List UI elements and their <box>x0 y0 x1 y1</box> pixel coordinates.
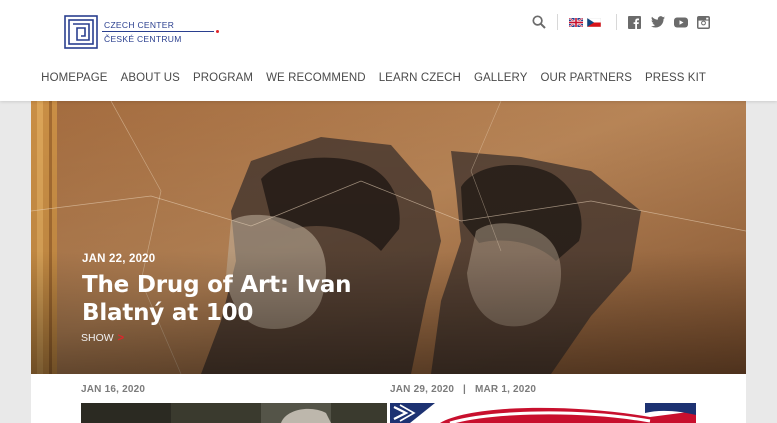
hero-show-link[interactable]: SHOW > <box>81 332 124 344</box>
instagram-icon[interactable] <box>697 15 710 29</box>
youtube-icon[interactable] <box>674 17 688 28</box>
logo-dot <box>216 30 219 33</box>
hero-banner[interactable]: JAN 22, 2020 The Drug of Art: Ivan Blatn… <box>31 101 746 374</box>
chevron-right-icon: > <box>117 332 125 344</box>
card-date: JAN 16, 2020 <box>81 384 146 395</box>
divider <box>616 14 617 30</box>
card-image[interactable] <box>390 403 696 423</box>
facebook-icon[interactable] <box>628 15 641 29</box>
nav-item-homepage[interactable]: HOMEPAGE <box>41 72 107 84</box>
hero-title[interactable]: The Drug of Art: Ivan Blatný at 100 <box>82 271 382 327</box>
language-switcher <box>569 17 605 27</box>
uk-flag-icon[interactable] <box>569 17 583 27</box>
czech-flag-icon[interactable] <box>587 17 601 27</box>
nav-item-about-us[interactable]: ABOUT US <box>121 72 180 84</box>
logo-divider <box>102 31 214 32</box>
search-icon[interactable] <box>532 15 546 29</box>
main-nav: HOMEPAGE ABOUT US PROGRAM WE RECOMMEND L… <box>28 72 706 84</box>
nav-item-press-kit[interactable]: PRESS KIT <box>645 72 706 84</box>
hero-date: JAN 22, 2020 <box>82 253 156 265</box>
site-logo[interactable]: CZECH CENTER ČESKÉ CENTRUM <box>64 15 224 51</box>
nav-item-our-partners[interactable]: OUR PARTNERS <box>541 72 633 84</box>
header-tools <box>532 13 710 31</box>
nav-item-program[interactable]: PROGRAM <box>193 72 253 84</box>
logo-mark-icon <box>64 15 98 49</box>
card-date: JAN 29, 2020 | MAR 1, 2020 <box>390 384 537 395</box>
nav-item-learn-czech[interactable]: LEARN CZECH <box>379 72 461 84</box>
divider <box>557 14 558 30</box>
nav-item-we-recommend[interactable]: WE RECOMMEND <box>266 72 366 84</box>
card-image[interactable] <box>81 403 387 423</box>
hero-image <box>31 101 746 374</box>
logo-line-czech: ČESKÉ CENTRUM <box>104 34 182 44</box>
page: CZECH CENTER ČESKÉ CENTRUM HOMEPAGE ABOU… <box>0 0 777 423</box>
logo-text: CZECH CENTER ČESKÉ CENTRUM <box>104 19 182 46</box>
hero-show-label: SHOW <box>81 332 114 344</box>
site-header: CZECH CENTER ČESKÉ CENTRUM HOMEPAGE ABOU… <box>0 0 777 101</box>
event-listing: JAN 16, 2020 JAN 29, 2020 | MAR 1, 2020 <box>31 374 746 423</box>
twitter-icon[interactable] <box>651 16 665 28</box>
nav-item-gallery[interactable]: GALLERY <box>474 72 528 84</box>
